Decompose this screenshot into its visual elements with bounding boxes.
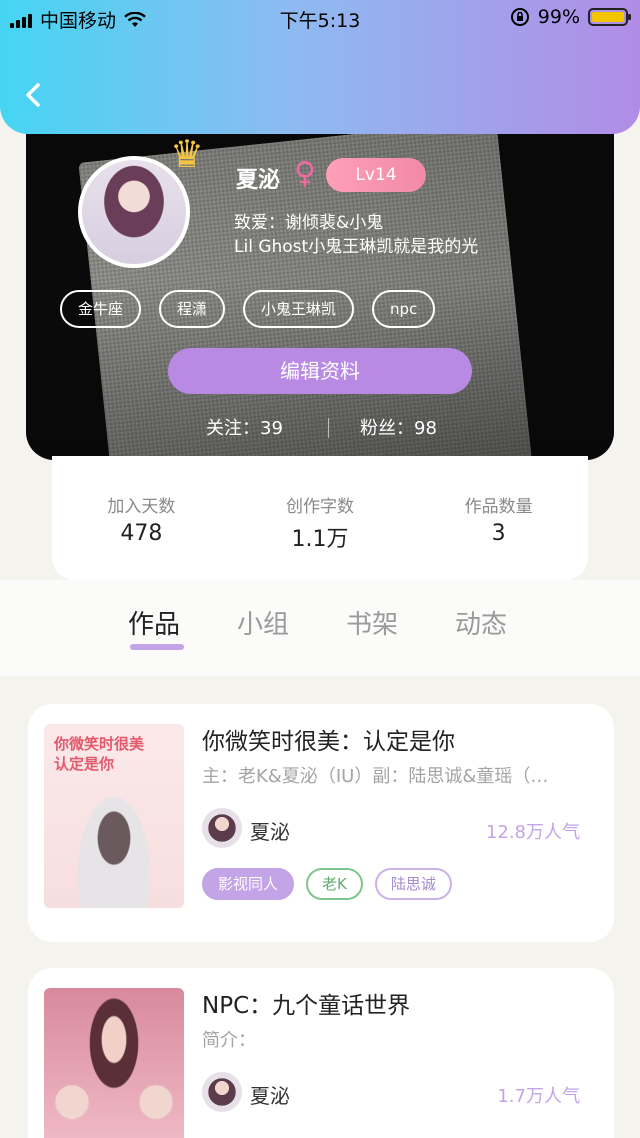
stat-word-count: 创作字数 1.1万 — [231, 456, 410, 580]
profile-name: 夏泌 — [236, 168, 281, 193]
following-count[interactable]: 关注：39 — [206, 414, 283, 440]
fans-count[interactable]: 粉丝：98 — [360, 414, 437, 440]
battery-icon — [588, 8, 631, 26]
book-cover[interactable]: 你微笑时很美 认定是你 — [44, 724, 184, 908]
active-tab-indicator — [130, 644, 184, 650]
stat-value: 1.1万 — [291, 527, 349, 552]
bio-line-2: Lil Ghost小鬼王琳凯就是我的光 — [234, 237, 479, 257]
book-cover[interactable] — [44, 988, 184, 1138]
work-title[interactable]: 你微笑时很美：认定是你 — [202, 722, 455, 756]
tab-bar: 作品 小组 书架 动态 — [0, 580, 640, 676]
stat-label: 加入天数 — [107, 497, 176, 517]
tab-groups[interactable]: 小组 — [237, 604, 289, 641]
crown-icon: ♛ — [170, 132, 205, 176]
author-avatar[interactable] — [202, 1072, 242, 1112]
work-description: 主：老K&夏泌（IU）副：陆思诚&童瑶（… — [202, 766, 549, 787]
tab-activity[interactable]: 动态 — [455, 604, 507, 641]
stat-value: 3 — [491, 521, 506, 546]
tag-chip[interactable]: npc — [372, 290, 436, 328]
popularity-count: 12.8万人气 — [485, 822, 580, 843]
work-card[interactable]: NPC：九个童话世界 简介： 夏泌 1.7万人气 — [28, 968, 614, 1138]
stat-value: 478 — [120, 521, 163, 546]
stat-join-days: 加入天数 478 — [52, 456, 231, 580]
battery-level — [592, 12, 624, 22]
profile-hero: ♛ 夏泌 ♀ Lv14 致爱：谢倾裴&小鬼 Lil Ghost小鬼王琳凯就是我的… — [26, 100, 614, 460]
tag-chip[interactable]: 程潇 — [159, 290, 226, 328]
header-bar: 中国移动 下午5:13 99% — [0, 0, 640, 134]
rotation-lock-icon — [510, 8, 529, 26]
divider — [328, 418, 329, 438]
tag-chip[interactable]: 陆思诚 — [374, 868, 452, 900]
stats-panel: 加入天数 478 创作字数 1.1万 作品数量 3 — [52, 456, 588, 580]
bio-line-1: 致爱：谢倾裴&小鬼 — [234, 213, 384, 233]
profile-tags: 金牛座 程潇 小鬼王琳凯 npc — [60, 290, 436, 328]
stat-works-count: 作品数量 3 — [409, 456, 588, 580]
status-bar: 中国移动 下午5:13 99% — [0, 0, 640, 36]
author-name[interactable]: 夏泌 — [250, 816, 290, 845]
cover-title-art: 你微笑时很美 认定是你 — [54, 735, 145, 773]
tag-chip[interactable]: 金牛座 — [60, 290, 142, 328]
chevron-left-icon[interactable] — [20, 80, 48, 110]
tag-chip[interactable]: 影视同人 — [202, 868, 295, 900]
tab-works[interactable]: 作品 — [128, 604, 180, 641]
author-name[interactable]: 夏泌 — [250, 1080, 290, 1109]
gender-icon: ♀ — [294, 156, 316, 191]
level-badge: Lv14 — [326, 158, 426, 192]
stat-label: 创作字数 — [286, 497, 354, 517]
tag-chip[interactable]: 老K — [306, 868, 363, 900]
popularity-count: 1.7万人气 — [497, 1086, 580, 1107]
edit-profile-button[interactable]: 编辑资料 — [168, 348, 472, 394]
work-tags: 影视同人 老K 陆思诚 — [202, 868, 452, 900]
work-description: 简介： — [202, 1030, 256, 1051]
work-title[interactable]: NPC：九个童话世界 — [202, 986, 410, 1020]
author-avatar[interactable] — [202, 808, 242, 848]
stat-label: 作品数量 — [464, 497, 533, 517]
tab-bookshelf[interactable]: 书架 — [346, 604, 398, 641]
tag-chip[interactable]: 小鬼王琳凯 — [243, 290, 355, 328]
work-card[interactable]: 你微笑时很美 认定是你 你微笑时很美：认定是你 主：老K&夏泌（IU）副：陆思诚&… — [28, 704, 614, 942]
battery-percent: 99% — [537, 6, 580, 28]
